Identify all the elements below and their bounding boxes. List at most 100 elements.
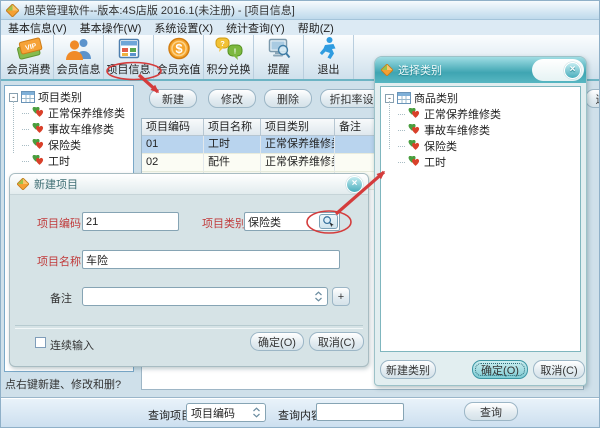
menu-stats-query[interactable]: 统计查询(Y) [226, 20, 285, 36]
menu-bar: 基本信息(V) 基本操作(W) 系统设置(X) 统计查询(Y) 帮助(Z) [1, 20, 599, 35]
toolbar-member-consume-button[interactable]: VIP 会员消费 [4, 35, 54, 79]
column-header-category[interactable]: 项目类别 [261, 119, 335, 136]
dialog-title: 选择类别 [398, 62, 442, 78]
app-logo-diamond-icon [381, 64, 393, 76]
tree-item[interactable]: 事故车维修类 [9, 121, 133, 137]
tree-item-label: 正常保养维修类 [424, 106, 501, 122]
svg-text:?: ? [220, 39, 225, 48]
search-button[interactable]: 查询 [464, 402, 518, 421]
toolbar-project-info-button[interactable]: 项目信息 [104, 35, 154, 79]
tree-item[interactable]: 保险类 [9, 137, 133, 153]
menu-basic-info[interactable]: 基本信息(V) [8, 20, 67, 36]
hearts-category-icon [408, 108, 421, 120]
tree-item-label: 事故车维修类 [48, 121, 114, 137]
svg-text:$: $ [175, 41, 183, 56]
toolbar-reminder-button[interactable]: 提醒 [254, 35, 304, 79]
tree-item[interactable]: 保险类 [385, 138, 580, 154]
hearts-category-icon [408, 156, 421, 168]
hearts-category-icon [408, 124, 421, 136]
new-project-dialog: 新建项目 项目编码 项目类别 项目名称 备注 + 连续输入 确定(O) 取消(C… [9, 173, 369, 367]
toolbar-label: 提醒 [268, 61, 290, 77]
cell-category: 正常保养维修类 [261, 154, 335, 171]
query-content-input[interactable] [316, 403, 404, 421]
tree-root-goods-category[interactable]: 商品类别 [385, 90, 580, 106]
toolbar-label: 积分兑换 [207, 61, 251, 77]
continuous-input-checkbox[interactable] [35, 337, 46, 348]
tree-connector [389, 101, 390, 149]
app-logo-diamond-icon [6, 4, 19, 17]
coin-icon: $ [166, 36, 192, 61]
category-ok-button[interactable]: 确定(O) [472, 360, 528, 379]
dialog-title: 新建项目 [34, 176, 78, 192]
exit-person-icon [317, 36, 341, 61]
edit-button[interactable]: 修改 [208, 89, 256, 108]
tree-item[interactable]: 事故车维修类 [385, 122, 580, 138]
dialog-ok-button[interactable]: 确定(O) [250, 332, 304, 351]
toolbar-label: 会员消费 [7, 61, 51, 77]
tree-item[interactable]: 正常保养维修类 [9, 105, 133, 121]
tree-item[interactable]: 工时 [9, 153, 133, 169]
name-input[interactable] [82, 250, 340, 269]
hearts-category-icon [32, 139, 45, 151]
code-label: 项目编码 [37, 215, 81, 231]
tree-root-project-category[interactable]: 项目类别 [9, 89, 133, 105]
toolbar-label: 退出 [318, 61, 340, 77]
cell-name: 工时 [204, 136, 261, 153]
exchange-bubbles-icon: ?! [215, 36, 243, 61]
window-titlebar: 旭荣管理软件--版本:4S店版 2016.1(未注册) - [项目信息] [1, 1, 599, 20]
new-button[interactable]: 新建 [149, 89, 197, 108]
table-grid-icon [21, 91, 35, 103]
category-tree-area: 商品类别 正常保养维修类 事故车维修类 保险类 工时 [380, 86, 581, 352]
tree-item[interactable]: 工时 [385, 154, 580, 170]
toolbar-member-recharge-button[interactable]: $ 会员充值 [154, 35, 204, 79]
updown-spinner-icon[interactable] [314, 291, 323, 302]
toolbar-label: 会员充值 [157, 61, 201, 77]
code-input[interactable] [82, 212, 179, 231]
toolbar-label: 项目信息 [107, 61, 151, 77]
window-title: 旭荣管理软件--版本:4S店版 2016.1(未注册) - [项目信息] [24, 2, 295, 18]
column-header-name[interactable]: 项目名称 [204, 119, 261, 136]
toolbar-points-exchange-button[interactable]: ?! 积分兑换 [204, 35, 254, 79]
toolbar-exit-button[interactable]: 退出 [304, 35, 354, 79]
app-logo-diamond-icon [17, 178, 29, 190]
cell-code: 02 [142, 154, 204, 171]
hearts-category-icon [32, 123, 45, 135]
tree-item-label: 事故车维修类 [424, 122, 490, 138]
hearts-category-icon [408, 140, 421, 152]
add-note-button[interactable]: + [332, 287, 350, 306]
hearts-category-icon [32, 107, 45, 119]
tree-root-label: 商品类别 [414, 90, 458, 106]
members-icon [65, 36, 93, 61]
new-category-button[interactable]: 新建类别 [380, 360, 436, 379]
query-item-value: 项目编码 [191, 405, 235, 421]
close-icon[interactable] [346, 176, 363, 193]
tree-item[interactable]: 正常保养维修类 [385, 106, 580, 122]
close-icon[interactable] [564, 62, 581, 79]
right-click-hint: 点右键新建、修改和删? [5, 376, 121, 392]
cell-category: 正常保养维修类 [261, 136, 335, 153]
toolbar-member-info-button[interactable]: 会员信息 [54, 35, 104, 79]
column-header-code[interactable]: 项目编码 [142, 119, 204, 136]
dialog-cancel-button[interactable]: 取消(C) [309, 332, 364, 351]
query-item-combo[interactable]: 项目编码 [186, 403, 266, 422]
dialog-separator [15, 325, 363, 329]
category-lookup-button[interactable] [319, 214, 338, 229]
dialog-titlebar[interactable]: 选择类别 [375, 57, 586, 83]
svg-text:!: ! [233, 47, 236, 56]
menu-basic-ops[interactable]: 基本操作(W) [80, 20, 142, 36]
category-cancel-button[interactable]: 取消(C) [533, 360, 585, 379]
tree-item-label: 保险类 [424, 138, 457, 154]
menu-system-settings[interactable]: 系统设置(X) [154, 20, 213, 36]
note-combo[interactable] [82, 287, 328, 306]
updown-spinner-icon[interactable] [252, 407, 261, 418]
app-window: 旭荣管理软件--版本:4S店版 2016.1(未注册) - [项目信息] 基本信… [0, 0, 600, 428]
project-category-tree: 项目类别 正常保养维修类 事故车维修类 保险类 工时 [5, 86, 133, 169]
menu-help[interactable]: 帮助(Z) [298, 20, 334, 36]
dialog-titlebar[interactable]: 新建项目 [10, 174, 368, 195]
tree-item-label: 工时 [48, 153, 70, 169]
toolbar-label: 会员信息 [57, 61, 101, 77]
name-label: 项目名称 [37, 253, 81, 269]
project-grid-icon [116, 36, 142, 61]
exit-form-button[interactable]: 退 出 [585, 89, 600, 108]
delete-button[interactable]: 删除 [264, 89, 312, 108]
